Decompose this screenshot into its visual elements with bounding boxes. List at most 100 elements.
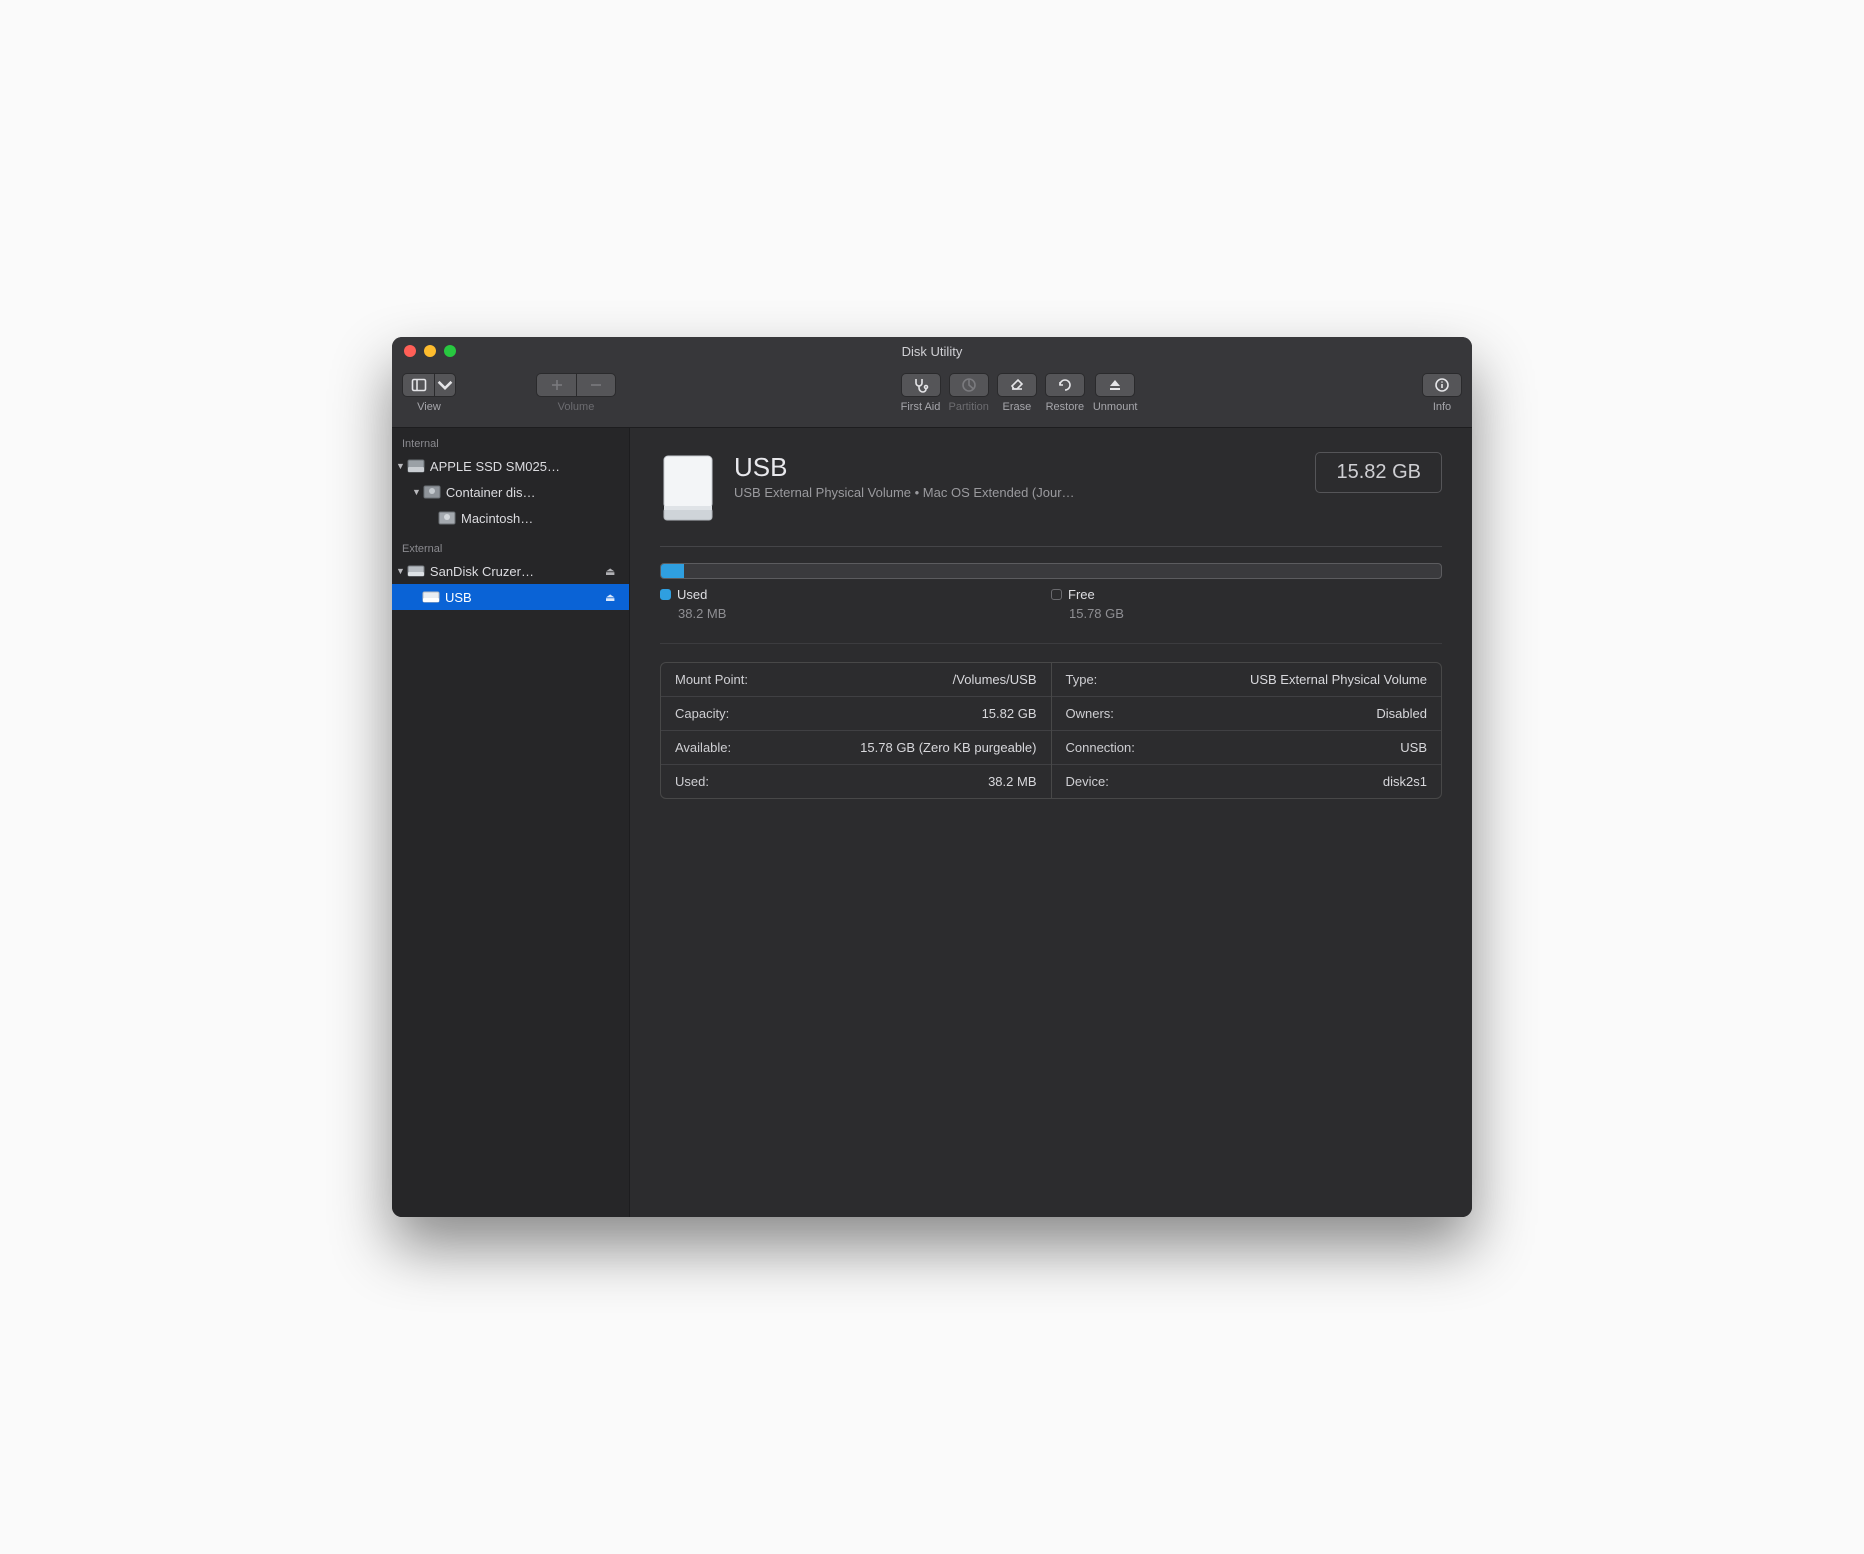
container-icon (423, 485, 441, 499)
restore-label: Restore (1046, 401, 1085, 413)
external-disk-icon (407, 564, 425, 578)
detail-value: Disabled (1376, 706, 1427, 721)
sidebar-item-label: Container dis… (446, 485, 621, 500)
restore-button[interactable] (1045, 373, 1085, 397)
detail-row: Device: disk2s1 (1052, 765, 1442, 798)
sidebar-item-apple-ssd[interactable]: ▼ APPLE SSD SM025… (392, 453, 629, 479)
detail-row: Owners: Disabled (1052, 697, 1442, 731)
unmount-button[interactable] (1095, 373, 1135, 397)
usage-legend: Used 38.2 MB Free 15.78 GB (660, 587, 1442, 621)
detail-key: Connection: (1066, 740, 1135, 755)
detail-key: Capacity: (675, 706, 729, 721)
sidebar-section-internal: Internal (392, 434, 629, 453)
sidebar-item-label: APPLE SSD SM025… (430, 459, 621, 474)
volume-name: USB (734, 452, 1297, 483)
plus-icon (549, 377, 565, 393)
sidebar-item-label: Macintosh… (461, 511, 621, 526)
detail-key: Device: (1066, 774, 1109, 789)
detail-value: 38.2 MB (988, 774, 1036, 789)
info-label: Info (1433, 401, 1451, 413)
add-volume-button (536, 373, 576, 397)
volume-total-size: 15.82 GB (1315, 452, 1442, 493)
stethoscope-icon (913, 377, 929, 393)
toolbar: View Volume (392, 365, 1472, 427)
view-group: View (402, 373, 456, 413)
remove-volume-button (576, 373, 616, 397)
first-aid-button[interactable] (901, 373, 941, 397)
erase-label: Erase (1002, 401, 1031, 413)
detail-row: Type: USB External Physical Volume (1052, 663, 1442, 697)
main-panel: USB USB External Physical Volume • Mac O… (630, 428, 1472, 1217)
detail-row: Available: 15.78 GB (Zero KB purgeable) (661, 731, 1051, 765)
free-value: 15.78 GB (1051, 606, 1442, 621)
chevron-down-icon (437, 377, 453, 393)
volume-group: Volume (536, 373, 616, 413)
detail-value: 15.82 GB (982, 706, 1037, 721)
minimize-button[interactable] (424, 345, 436, 357)
sidebar-item-label: SanDisk Cruzer… (430, 564, 605, 579)
usage-fill-used (661, 564, 684, 578)
detail-value: disk2s1 (1383, 774, 1427, 789)
sidebar-item-sandisk[interactable]: ▼ SanDisk Cruzer… ⏏ (392, 558, 629, 584)
used-value: 38.2 MB (660, 606, 1051, 621)
detail-key: Used: (675, 774, 709, 789)
detail-key: Type: (1066, 672, 1098, 687)
window-title: Disk Utility (392, 344, 1472, 359)
zoom-button[interactable] (444, 345, 456, 357)
detail-row: Connection:USB (1052, 731, 1442, 765)
volume-header: USB USB External Physical Volume • Mac O… (660, 452, 1442, 524)
divider (660, 643, 1442, 644)
sidebar-item-macintosh-hd[interactable]: Macintosh… (392, 505, 629, 531)
sidebar: Internal ▼ APPLE SSD SM025… ▼ Container … (392, 428, 630, 1217)
detail-value: USB External Physical Volume (1250, 672, 1427, 687)
close-button[interactable] (404, 345, 416, 357)
details-col-left: Mount Point: /Volumes/USB Capacity: 15.82 … (661, 663, 1052, 798)
view-label: View (417, 401, 441, 413)
swatch-free (1051, 589, 1062, 600)
sidebar-icon (411, 377, 427, 393)
sidebar-toggle-button[interactable] (402, 373, 434, 397)
used-label: Used (677, 587, 707, 602)
partition-label: Partition (949, 401, 989, 413)
detail-value: /Volumes/USB (953, 672, 1037, 687)
detail-row: Mount Point: /Volumes/USB (661, 663, 1051, 697)
view-options-button[interactable] (434, 373, 456, 397)
detail-row: Used: 38.2 MB (661, 765, 1051, 798)
detail-key: Owners: (1066, 706, 1114, 721)
restore-icon (1057, 377, 1073, 393)
titlebar: Disk Utility (392, 337, 1472, 365)
traffic-lights (392, 345, 456, 357)
details-table: Mount Point: /Volumes/USB Capacity: 15.82 … (660, 662, 1442, 799)
volume-label: Volume (558, 401, 595, 413)
detail-key: Available: (675, 740, 731, 755)
detail-key: Mount Point: (675, 672, 748, 687)
disclosure-triangle-icon[interactable]: ▼ (396, 566, 405, 576)
info-button[interactable] (1422, 373, 1462, 397)
unmount-label: Unmount (1093, 401, 1138, 413)
detail-row: Capacity: 15.82 GB (661, 697, 1051, 731)
eject-button[interactable]: ⏏ (605, 591, 621, 604)
erase-button[interactable] (997, 373, 1037, 397)
sidebar-section-external: External (392, 539, 629, 558)
eject-button[interactable]: ⏏ (605, 565, 621, 578)
volume-icon (438, 511, 456, 525)
swatch-used (660, 589, 671, 600)
disclosure-triangle-icon[interactable]: ▼ (412, 487, 421, 497)
first-aid-label: First Aid (901, 401, 941, 413)
info-icon (1434, 377, 1450, 393)
detail-value: 15.78 GB (Zero KB purgeable) (860, 740, 1036, 755)
partition-button (949, 373, 989, 397)
volume-subtitle: USB External Physical Volume • Mac OS Ex… (734, 485, 1297, 500)
external-volume-icon (422, 590, 440, 604)
sidebar-item-label: USB (445, 590, 605, 605)
eject-icon (1107, 377, 1123, 393)
disclosure-triangle-icon[interactable]: ▼ (396, 461, 405, 471)
erase-icon (1009, 377, 1025, 393)
sidebar-item-usb[interactable]: USB ⏏ (392, 584, 629, 610)
free-label: Free (1068, 587, 1095, 602)
sidebar-item-container[interactable]: ▼ Container dis… (392, 479, 629, 505)
usage-bar (660, 563, 1442, 579)
volume-large-icon (660, 452, 716, 524)
titlebar-area: Disk Utility View (392, 337, 1472, 428)
pie-icon (961, 377, 977, 393)
